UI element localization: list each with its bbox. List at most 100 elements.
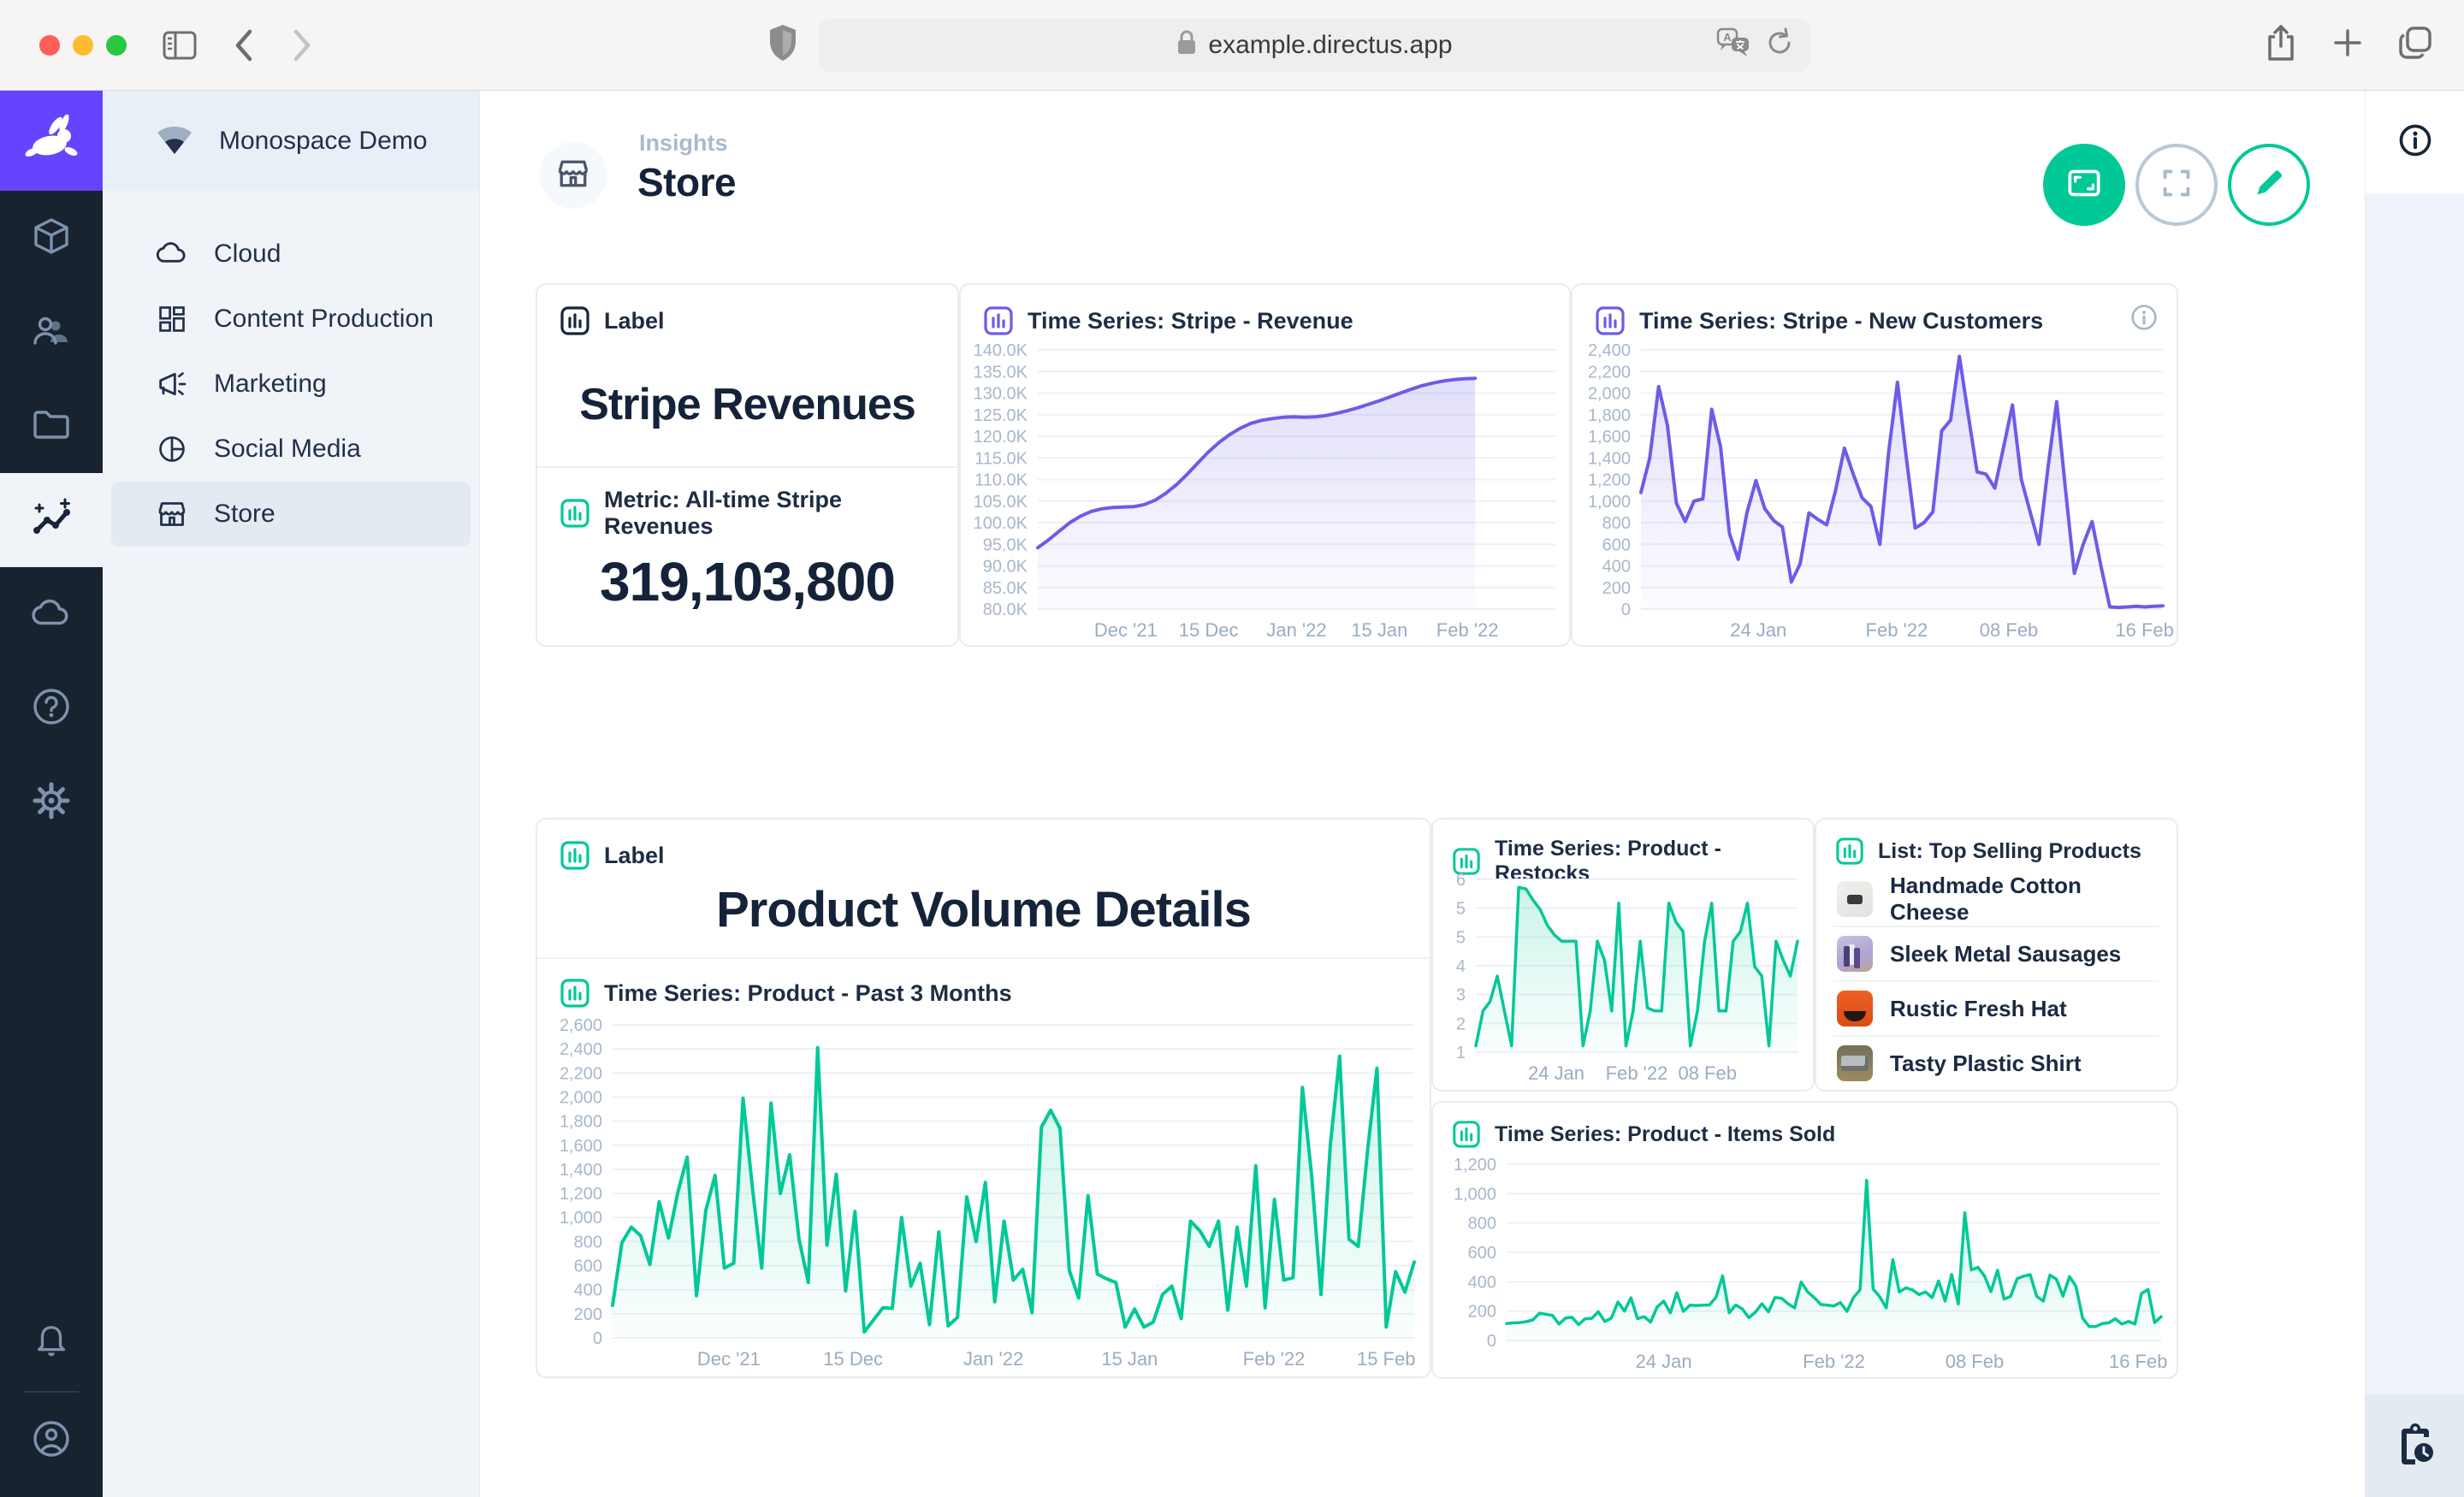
- label-text: Stripe Revenues: [537, 379, 957, 430]
- svg-text:2: 2: [1456, 1015, 1466, 1033]
- browser-sidebar-toggle-icon[interactable]: [163, 31, 197, 60]
- svg-text:1,600: 1,600: [560, 1137, 602, 1156]
- module-files-button[interactable]: [0, 379, 103, 473]
- close-window-button[interactable]: [39, 35, 60, 56]
- product-list-item[interactable]: Sleek Metal Sausages: [1833, 926, 2159, 980]
- privacy-shield-icon[interactable]: [767, 23, 799, 67]
- share-icon[interactable]: [2264, 23, 2298, 67]
- svg-text:120.0K: 120.0K: [974, 428, 1028, 447]
- panel-header: Time Series: Stripe - New Customers: [1639, 308, 2043, 334]
- zoom-window-button[interactable]: [106, 35, 127, 56]
- reload-icon[interactable]: [1764, 27, 1795, 62]
- svg-text:80.0K: 80.0K: [983, 601, 1028, 619]
- storefront-icon: [554, 155, 592, 197]
- new-tab-icon[interactable]: [2331, 23, 2365, 67]
- product-list-item[interactable]: Handmade Cotton Cheese: [1833, 873, 2159, 926]
- label-text: Product Volume Details: [537, 881, 1430, 938]
- fullscreen-button[interactable]: [2135, 144, 2218, 226]
- svg-text:800: 800: [1468, 1215, 1496, 1234]
- module-content-button[interactable]: [0, 191, 103, 285]
- metric-value: 319,103,800: [537, 550, 957, 613]
- product-thumbnail: [1837, 936, 1873, 972]
- tab-overview-icon[interactable]: [2397, 23, 2435, 67]
- sidebar-item-label: Social Media: [214, 435, 361, 464]
- minimize-window-button[interactable]: [73, 35, 93, 56]
- svg-text:2,400: 2,400: [1588, 341, 1631, 360]
- project-header[interactable]: Monospace Demo: [103, 91, 479, 191]
- product-name: Sleek Metal Sausages: [1890, 941, 2121, 967]
- cube-icon: [31, 216, 72, 261]
- module-settings-button[interactable]: [0, 755, 103, 849]
- svg-text:2,200: 2,200: [560, 1064, 602, 1083]
- svg-text:16 Feb: 16 Feb: [2109, 1351, 2168, 1372]
- present-mode-button[interactable]: [2043, 144, 2125, 226]
- svg-text:08 Feb: 08 Feb: [1946, 1351, 2005, 1372]
- svg-text:800: 800: [1602, 514, 1631, 533]
- module-users-button[interactable]: [0, 285, 103, 379]
- svg-text:Feb '22: Feb '22: [1803, 1351, 1865, 1372]
- edit-dashboard-button[interactable]: [2228, 144, 2310, 226]
- svg-text:Dec '21: Dec '21: [697, 1348, 761, 1370]
- svg-text:90.0K: 90.0K: [983, 558, 1028, 577]
- svg-text:2,400: 2,400: [560, 1040, 602, 1059]
- url-bar[interactable]: example.directus.app A: [818, 19, 1810, 72]
- svg-text:A: A: [1723, 31, 1732, 44]
- panel-info-icon[interactable]: [2130, 304, 2158, 335]
- svg-text:0: 0: [593, 1329, 602, 1348]
- svg-text:16 Feb: 16 Feb: [2115, 619, 2174, 641]
- svg-text:400: 400: [574, 1281, 602, 1300]
- panel-header: Label: [604, 843, 665, 869]
- svg-text:2,000: 2,000: [1588, 385, 1631, 404]
- sidebar-item-marketing[interactable]: Marketing: [111, 352, 471, 417]
- translate-icon[interactable]: A: [1716, 27, 1752, 62]
- product-thumbnail: [1837, 1045, 1873, 1081]
- svg-text:6: 6: [1456, 871, 1466, 890]
- page-title: Store: [637, 159, 736, 205]
- svg-text:15 Jan: 15 Jan: [1351, 619, 1407, 641]
- svg-text:24 Jan: 24 Jan: [1730, 619, 1786, 641]
- sidebar-item-content-production[interactable]: Content Production: [111, 287, 471, 352]
- module-cloud-button[interactable]: [0, 567, 103, 661]
- product-list-item[interactable]: Tasty Plastic Shirt: [1833, 1035, 2159, 1090]
- breadcrumb[interactable]: Insights: [639, 130, 728, 157]
- directus-logo[interactable]: [0, 91, 103, 191]
- svg-text:24 Jan: 24 Jan: [1528, 1062, 1584, 1084]
- product-list-item[interactable]: Rustic Fresh Hat: [1833, 980, 2159, 1035]
- module-help-button[interactable]: [0, 661, 103, 755]
- module-bar: [0, 91, 103, 1497]
- svg-text:600: 600: [574, 1257, 602, 1276]
- svg-text:85.0K: 85.0K: [983, 579, 1028, 598]
- notifications-button[interactable]: [0, 1309, 103, 1377]
- sidebar-item-cloud[interactable]: Cloud: [111, 222, 471, 287]
- back-icon[interactable]: [233, 28, 255, 62]
- sidebar-item-social-media[interactable]: Social Media: [111, 417, 471, 482]
- browser-chrome: example.directus.app A: [0, 0, 2464, 91]
- svg-text:100.0K: 100.0K: [974, 514, 1028, 533]
- svg-text:400: 400: [1468, 1273, 1496, 1292]
- navigation-sidebar: Monospace Demo CloudContent ProductionMa…: [103, 91, 480, 1497]
- svg-text:5: 5: [1456, 928, 1466, 947]
- svg-text:0: 0: [1621, 601, 1631, 619]
- user-menu-button[interactable]: [0, 1406, 103, 1475]
- sidebar-item-store[interactable]: Store: [111, 482, 471, 547]
- sidebar-info-button[interactable]: [2366, 91, 2464, 193]
- svg-text:2,200: 2,200: [1588, 363, 1631, 382]
- panel-restocks: Time Series: Product - Restocks 65543212…: [1431, 818, 1815, 1092]
- module-insights-button[interactable]: [0, 473, 103, 567]
- svg-text:15 Jan: 15 Jan: [1101, 1348, 1158, 1370]
- chart-restocks: 655432124 JanFeb '2208 Feb: [1438, 869, 1810, 1086]
- url-text: example.directus.app: [1208, 31, 1452, 60]
- panel-icon: [1452, 1120, 1481, 1149]
- bell-icon: [32, 1322, 71, 1365]
- svg-text:1,000: 1,000: [1588, 493, 1631, 512]
- fullscreen-icon: [2157, 163, 2196, 207]
- page-icon-chip[interactable]: [540, 142, 607, 209]
- svg-text:5: 5: [1456, 900, 1466, 919]
- svg-text:600: 600: [1468, 1244, 1496, 1263]
- gear-icon: [31, 780, 72, 825]
- svg-text:0: 0: [1487, 1332, 1496, 1351]
- pie-icon: [152, 433, 192, 465]
- svg-text:140.0K: 140.0K: [974, 341, 1028, 360]
- activity-log-button[interactable]: [2366, 1394, 2464, 1497]
- panel-icon: [1595, 305, 1626, 336]
